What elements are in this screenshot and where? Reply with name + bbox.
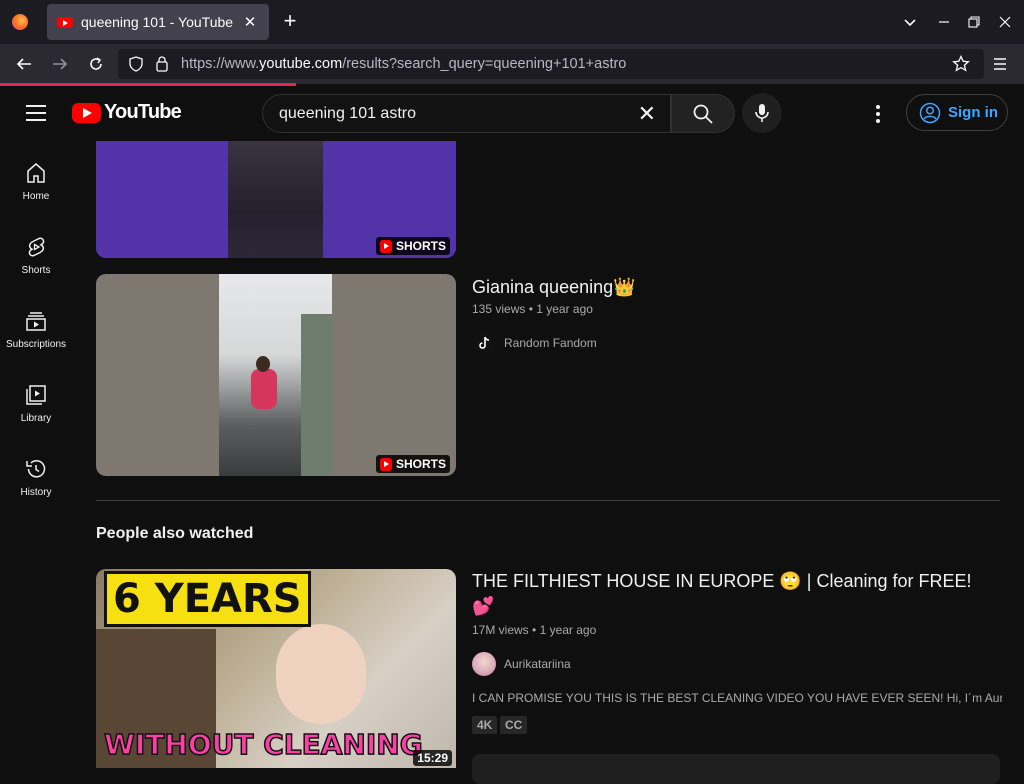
thumbnail-backdrop-left [96,141,228,258]
shorts-badge-label: SHORTS [395,239,446,253]
video-title-continued[interactable]: 💕 [472,596,494,617]
video-description-snippet: I CAN PROMISE YOU THIS IS THE BEST CLEAN… [472,691,1002,705]
list-all-tabs-icon[interactable] [894,0,926,44]
tab-title: queening 101 - YouTube [81,14,234,30]
youtube-favicon-icon [57,16,73,28]
search-input[interactable]: queening 101 astro ✕ [262,94,671,133]
thumbnail-overlay-text: 6 YEARS [104,571,311,627]
reload-button[interactable] [82,50,110,78]
search-icon [693,104,713,124]
shorts-logo-icon [379,457,392,471]
view-count: 135 views [472,302,526,316]
section-divider [96,500,1000,501]
shorts-logo-icon [379,239,392,253]
thumbnail-image [219,274,332,476]
video-metadata: 135 views • 1 year ago [472,302,593,316]
video-title[interactable]: Gianina queening👑 [472,277,636,298]
browser-tab-bar: queening 101 - YouTube ✕ + [0,0,1024,44]
url-text: https://www.youtube.com/results?search_q… [181,56,627,72]
sidebar-item-library[interactable]: Library [4,363,68,433]
channel-avatar[interactable] [472,652,496,676]
chapters-preview[interactable] [472,754,1000,784]
shorts-icon [28,237,45,257]
sidebar-item-label: Subscriptions [5,339,67,350]
youtube-header: YouTube queening 101 astro ✕ Sign in [0,86,1024,141]
video-duration-badge: 15:29 [413,750,452,766]
history-icon [26,460,46,478]
restore-window-button[interactable] [958,0,990,44]
bookmark-star-icon[interactable] [947,50,975,78]
voice-search-button[interactable] [742,93,782,133]
tab-close-icon[interactable]: ✕ [241,13,259,31]
video-metadata: 17M views • 1 year ago [472,623,597,637]
firefox-icon[interactable] [0,0,40,44]
lock-icon[interactable] [154,55,170,77]
sidebar-item-subscriptions[interactable]: Subscriptions [4,289,68,359]
video-title[interactable]: THE FILTHIEST HOUSE IN EUROPE 🙄 | Cleani… [472,571,992,592]
people-also-watched-heading: People also watched [96,525,254,542]
upload-age: 1 year ago [539,623,597,637]
sidebar-item-shorts[interactable]: Shorts [4,215,68,285]
youtube-play-icon [72,102,101,123]
sign-in-label: Sign in [948,104,998,121]
sidebar-item-label: Library [20,413,52,424]
sidebar-item-home[interactable]: Home [4,141,68,211]
view-count: 17M views [472,623,529,637]
library-icon [26,385,46,405]
browser-tab-active[interactable]: queening 101 - YouTube ✕ [47,4,269,40]
badge-cc: CC [500,716,528,734]
sidebar-item-label: Home [22,191,50,202]
youtube-logo-text: YouTube [104,101,182,123]
tracking-protection-shield-icon[interactable] [128,56,144,77]
sign-in-button[interactable]: Sign in [906,94,1008,131]
subscriptions-icon [26,312,46,331]
channel-link[interactable]: Aurikatariina [472,652,571,676]
url-bar[interactable]: https://www.youtube.com/results?search_q… [118,49,984,79]
channel-name: Aurikatariina [504,657,571,671]
clear-search-icon[interactable]: ✕ [638,103,656,125]
home-icon [27,163,45,183]
forward-button[interactable] [46,50,74,78]
minimize-window-button[interactable] [928,0,960,44]
channel-link[interactable]: Random Fandom [472,331,597,355]
channel-name: Random Fandom [504,336,597,350]
upload-age: 1 year ago [536,302,593,316]
account-circle-icon [919,102,941,123]
shorts-badge: SHORTS [375,455,450,473]
youtube-logo[interactable]: YouTube [72,101,182,124]
app-menu-icon[interactable] [986,50,1014,78]
thumbnail-figure [276,624,366,724]
sidebar-item-label: Shorts [21,265,51,276]
tiktok-logo-icon [479,336,490,349]
video-thumbnail[interactable]: SHORTS [96,141,456,258]
new-tab-button[interactable]: + [280,10,300,34]
microphone-icon [755,104,769,122]
video-thumbnail[interactable]: SHORTS [96,274,456,476]
mini-guide-sidebar: Home Shorts Subscriptions Library Histor… [0,141,72,768]
badge-4k: 4K [472,716,498,734]
search-button[interactable] [671,94,735,133]
video-thumbnail[interactable]: 6 YEARS WITHOUT CLEANING 15:29 [96,569,456,768]
shorts-badge-label: SHORTS [395,457,446,471]
sidebar-item-history[interactable]: History [4,437,68,507]
browser-nav-bar: https://www.youtube.com/results?search_q… [0,44,1024,84]
channel-avatar[interactable] [472,331,496,355]
thumbnail-image [228,141,323,258]
guide-menu-icon[interactable] [24,103,48,123]
settings-kebab-icon[interactable] [866,102,890,126]
thumbnail-overlay-text: WITHOUT CLEANING [103,727,423,762]
close-window-button[interactable] [989,0,1021,44]
sidebar-item-label: History [20,487,52,498]
shorts-badge: SHORTS [375,237,450,255]
search-query-text: queening 101 astro [279,104,416,122]
back-button[interactable] [10,50,38,78]
